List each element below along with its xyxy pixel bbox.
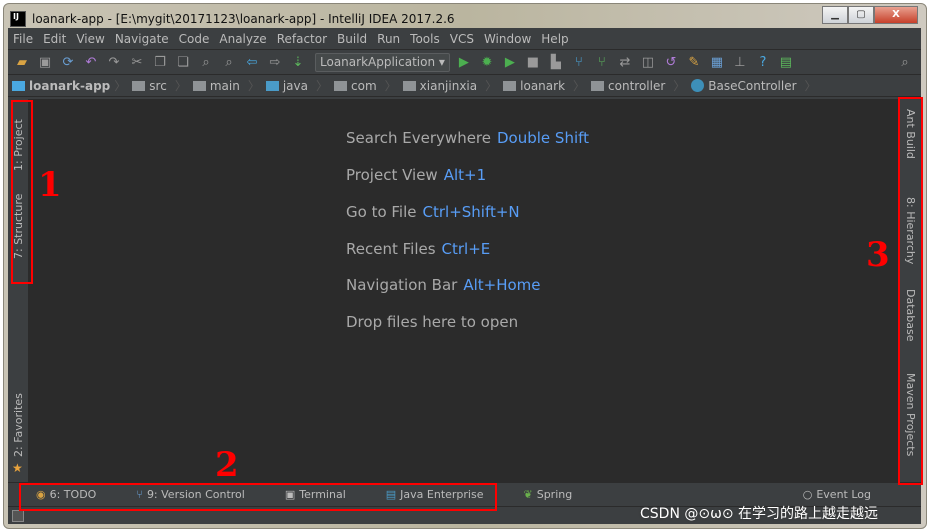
event-log[interactable]: ○ Event Log <box>803 488 891 501</box>
annotation-box <box>898 97 923 485</box>
cut-icon[interactable]: ✂ <box>127 55 147 70</box>
breadcrumb-item[interactable]: controller <box>591 79 669 93</box>
maximize-button[interactable]: ▢ <box>848 6 874 24</box>
sync-icon[interactable]: ⟳ <box>58 55 78 70</box>
class-icon <box>691 79 705 92</box>
copy-icon[interactable]: ❐ <box>150 55 170 70</box>
breadcrumb-item[interactable]: src <box>132 79 171 93</box>
back-icon[interactable]: ⇦ <box>242 55 262 70</box>
editor-empty-state: Search Everywhere Double Shift Project Vi… <box>29 99 899 482</box>
menu-tools[interactable]: Tools <box>410 32 440 46</box>
save-icon[interactable]: ▣ <box>35 55 55 70</box>
hint-project-view: Project View Alt+1 <box>346 166 487 184</box>
menu-build[interactable]: Build <box>337 32 367 46</box>
breadcrumb-item[interactable]: loanark-app <box>12 79 110 93</box>
annotation-number: 3 <box>866 235 890 275</box>
menu-help[interactable]: Help <box>541 32 568 46</box>
annotation-box <box>19 483 497 511</box>
vcs-update-icon[interactable]: ⑂ <box>569 55 589 70</box>
menu-refactor[interactable]: Refactor <box>277 32 327 46</box>
menu-view[interactable]: View <box>76 32 104 46</box>
redo-icon[interactable]: ↷ <box>104 55 124 70</box>
project-structure-icon[interactable]: ▦ <box>707 55 727 70</box>
deploy-icon[interactable]: ▙ <box>546 55 566 70</box>
menu-file[interactable]: File <box>13 32 33 46</box>
hint-go-to-file: Go to File Ctrl+Shift+N <box>346 203 520 221</box>
revert-icon[interactable]: ↺ <box>661 55 681 70</box>
hint-search-everywhere: Search Everywhere Double Shift <box>346 129 590 147</box>
hint-navigation-bar: Navigation Bar Alt+Home <box>346 276 541 294</box>
run-icon[interactable]: ▶ <box>454 55 474 70</box>
sdk-icon[interactable]: ⊥ <box>730 55 750 70</box>
minimize-button[interactable]: ▁ <box>822 6 848 24</box>
search-icon[interactable]: ⌕ <box>895 55 915 70</box>
compare-icon[interactable]: ⇄ <box>615 55 635 70</box>
window-title: loanark-app - [E:\mygit\20171123\loanark… <box>32 12 455 26</box>
hint-recent-files: Recent Files Ctrl+E <box>346 240 491 258</box>
undo-icon[interactable]: ↶ <box>81 55 101 70</box>
settings-icon[interactable]: ✎ <box>684 55 704 70</box>
menu-run[interactable]: Run <box>377 32 400 46</box>
intellij-icon: IJ <box>10 11 26 27</box>
coverage-icon[interactable]: ▶ <box>500 55 520 70</box>
forward-icon[interactable]: ⇨ <box>265 55 285 70</box>
toggle-tool-windows-icon[interactable] <box>12 510 24 522</box>
replace-icon[interactable]: ⌕ <box>219 55 239 70</box>
database-save-icon[interactable]: ▤ <box>776 55 796 70</box>
breadcrumb-item[interactable]: loanark <box>503 79 569 93</box>
build-icon[interactable]: ⇣ <box>288 55 308 70</box>
toolbar: ▰ ▣ ⟳ ↶ ↷ ✂ ❐ ❏ ⌕ ⌕ ⇦ ⇨ ⇣ LoanarkApplica… <box>8 50 921 75</box>
menu-window[interactable]: Window <box>484 32 531 46</box>
watermark: CSDN @⊙ω⊙ 在学习的路上越走越远 <box>640 506 878 522</box>
annotation-number: 1 <box>38 165 62 205</box>
menu-navigate[interactable]: Navigate <box>115 32 169 46</box>
star-icon: ★ <box>12 461 23 475</box>
title-bar: IJ loanark-app - [E:\mygit\20171123\loan… <box>10 8 455 30</box>
help-icon[interactable]: ? <box>753 55 773 70</box>
vcs-commit-icon[interactable]: ⑂ <box>592 55 612 70</box>
menu-analyze[interactable]: Analyze <box>219 32 266 46</box>
breadcrumb-item[interactable]: xianjinxia <box>402 79 481 93</box>
history-icon[interactable]: ◫ <box>638 55 658 70</box>
menu-code[interactable]: Code <box>179 32 210 46</box>
breadcrumb: loanark-app 〉 src 〉 main 〉 java 〉 com 〉 xianj… <box>8 75 921 97</box>
annotation-number: 2 <box>215 445 239 485</box>
menu-bar: File Edit View Navigate Code Analyze Ref… <box>8 28 921 50</box>
menu-edit[interactable]: Edit <box>43 32 66 46</box>
hint-drop-files: Drop files here to open <box>346 313 519 331</box>
ide: File Edit View Navigate Code Analyze Ref… <box>8 28 921 524</box>
breadcrumb-item[interactable]: BaseController <box>691 79 800 93</box>
breadcrumb-item[interactable]: main <box>192 79 244 93</box>
menu-vcs[interactable]: VCS <box>450 32 474 46</box>
annotation-box <box>11 100 33 284</box>
breadcrumb-item[interactable]: com <box>334 79 381 93</box>
tool-favorites[interactable]: 2: Favorites <box>12 393 25 457</box>
run-config-select[interactable]: LoanarkApplication ▾ <box>315 52 450 72</box>
close-button[interactable]: X <box>874 6 918 24</box>
breadcrumb-item[interactable]: java <box>265 79 312 93</box>
debug-icon[interactable]: ✹ <box>477 55 497 70</box>
find-icon[interactable]: ⌕ <box>196 55 216 70</box>
paste-icon[interactable]: ❏ <box>173 55 193 70</box>
open-icon[interactable]: ▰ <box>12 55 32 70</box>
tool-spring[interactable]: ❦ Spring <box>524 488 593 501</box>
stop-icon[interactable]: ■ <box>523 55 543 70</box>
